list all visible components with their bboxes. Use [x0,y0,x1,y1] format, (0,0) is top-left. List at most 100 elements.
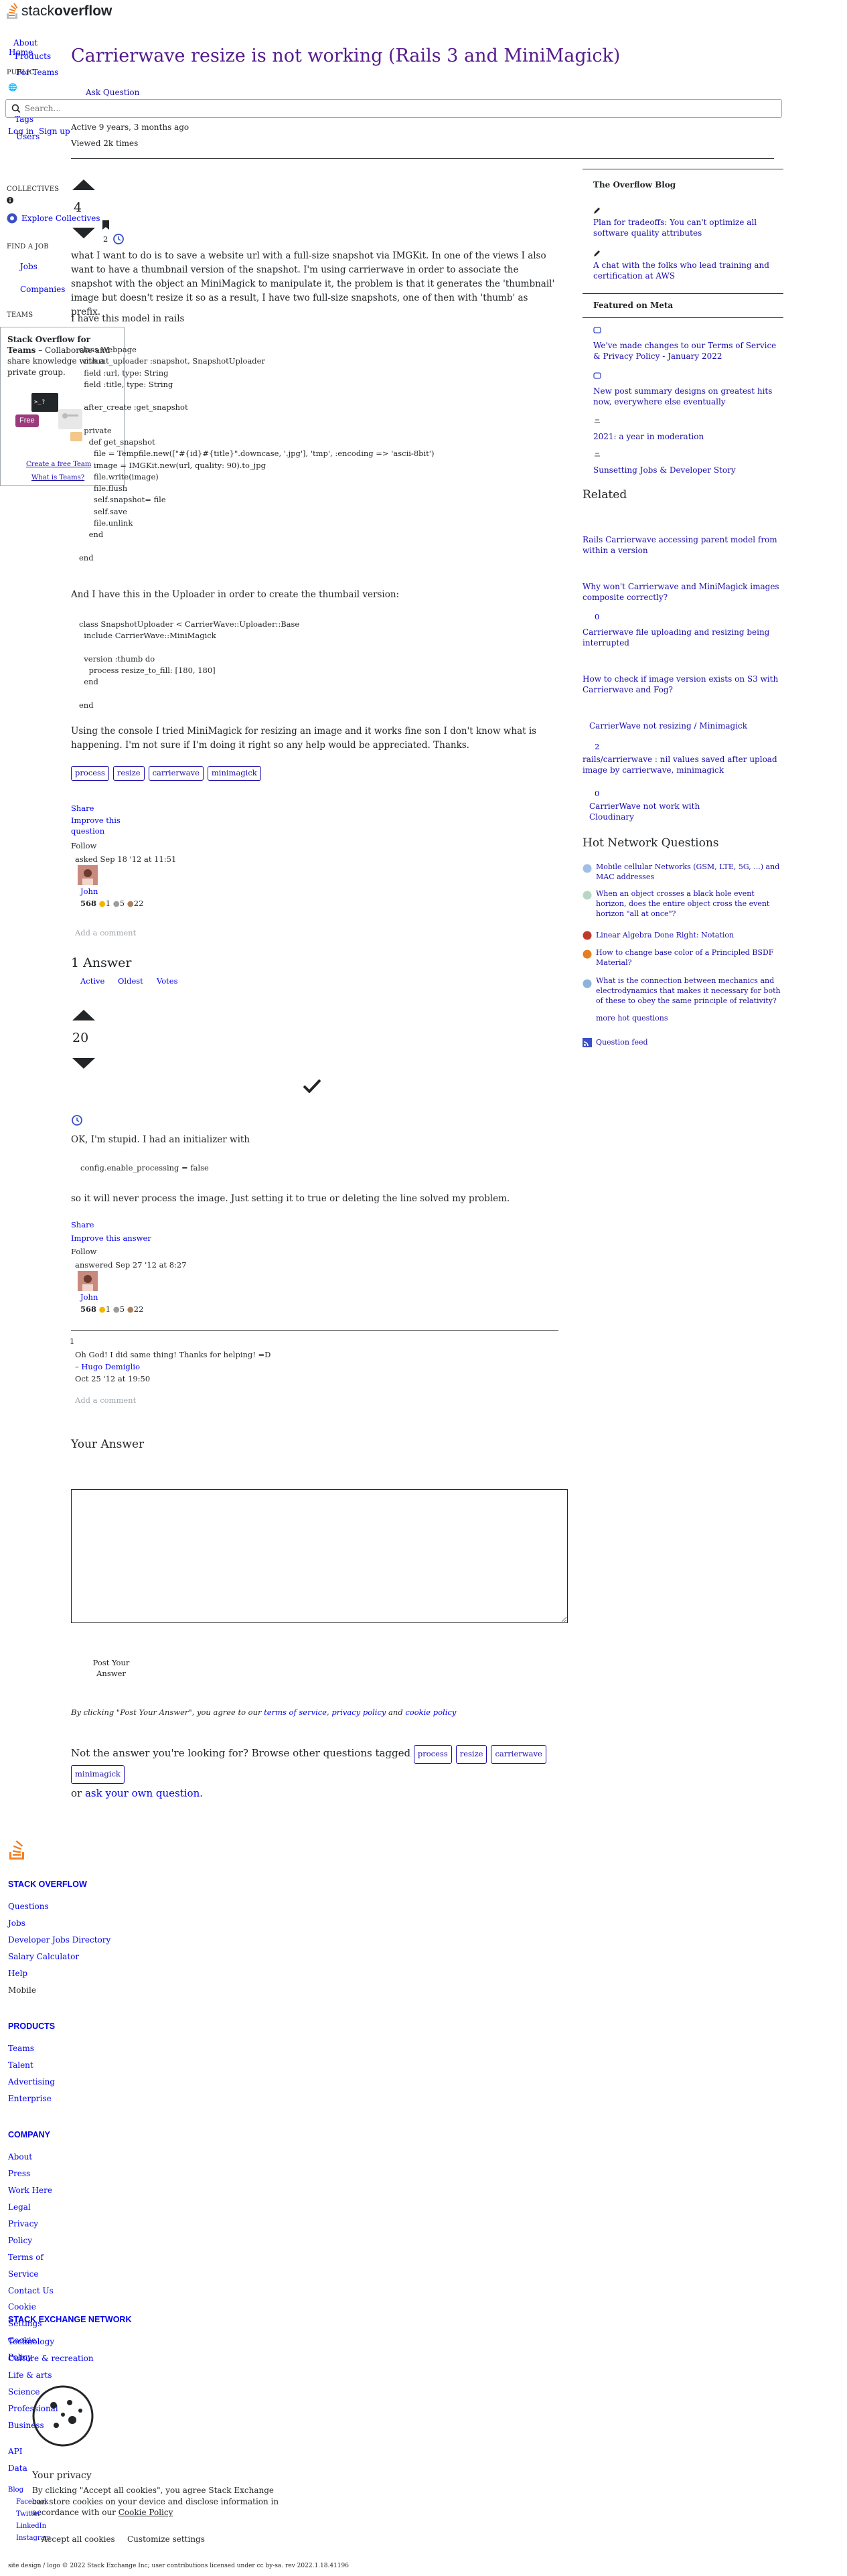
blog-item-1[interactable]: Plan for tradeoffs: You can't optimize a… [593,217,781,238]
hnq-item-2[interactable]: When an object crosses a black hole even… [596,889,783,919]
footer-link[interactable]: Advertising [8,2074,55,2091]
sort-active[interactable]: Active [80,976,104,987]
related-item-2[interactable]: Why won't Carrierwave and MiniMagick ima… [583,581,783,603]
explore-collectives-link[interactable]: Explore Collectives [7,213,100,224]
related-title: Related [583,488,627,502]
post-answer-button[interactable]: Post Your Answer [91,1658,131,1679]
add-comment-link[interactable]: Add a comment [75,928,136,939]
footer-link[interactable]: Culture & recreation [8,2350,132,2367]
hnq-item-5[interactable]: What is the connection between mechanics… [596,976,783,1006]
related-item-7[interactable]: CarrierWave not work with Cloudinary [589,801,710,822]
improve-question-link[interactable]: Improve this question [71,816,125,836]
question-user-name[interactable]: John [80,887,98,897]
question-title[interactable]: Carrierwave resize is not working (Rails… [71,44,674,68]
ask-question-button[interactable]: Ask Question [86,87,139,98]
history-icon[interactable] [112,233,125,245]
cookie-policy-link[interactable]: Cookie Policy [119,2508,173,2517]
downvote-icon[interactable] [72,228,95,238]
cookie-policy-link[interactable]: cookie policy [405,1708,456,1717]
related-item-4[interactable]: How to check if image version exists on … [583,674,783,695]
bookmark-icon[interactable] [102,220,110,230]
footer-link[interactable]: Mobile [8,1982,110,1999]
nav-about[interactable]: About [13,37,37,48]
footer-logo-icon[interactable] [8,1836,28,1860]
footer-link[interactable]: Jobs [8,1915,110,1932]
tag-process[interactable]: process [413,1745,452,1764]
footer-link[interactable]: Enterprise [8,2091,55,2107]
more-hot-questions-link[interactable]: more hot questions [596,1014,668,1024]
footer-link[interactable]: Questions [8,1898,110,1915]
footer-link[interactable]: Privacy Policy [8,2216,62,2249]
meta-item-3[interactable]: 2021: a year in moderation [593,431,704,442]
improve-answer-link[interactable]: Improve this answer [71,1233,151,1244]
footer-link[interactable]: Developer Jobs Directory [8,1932,110,1949]
what-is-teams-link[interactable]: What is Teams? [31,473,84,483]
terms-link[interactable]: terms of service [264,1708,327,1717]
answer-history-icon[interactable] [71,1114,83,1126]
hnq-item-3[interactable]: Linear Algebra Done Right: Notation [596,931,783,941]
meta-item-4[interactable]: Sunsetting Jobs & Developer Story [593,465,736,475]
answer-add-comment-link[interactable]: Add a comment [75,1395,136,1406]
login-link[interactable]: Log in [8,126,33,137]
footer-link[interactable]: Salary Calculator [8,1949,110,1965]
answer-upvote-icon[interactable] [72,1010,95,1020]
search-input[interactable] [24,104,781,113]
footer-link[interactable]: Teams [8,2040,55,2057]
social-link-linkedin[interactable]: LinkedIn [16,2520,51,2532]
related-item-3[interactable]: Carrierwave file uploading and resizing … [583,627,783,648]
share-question-link[interactable]: Share [71,804,94,814]
tag-carrierwave[interactable]: carrierwave [148,766,204,781]
privacy-link[interactable]: privacy policy [331,1708,386,1717]
tag-process[interactable]: process [71,766,109,781]
sort-oldest[interactable]: Oldest [118,976,143,987]
nav-stack-overflow[interactable]: 🌐 [8,82,17,93]
tag-minimagick[interactable]: minimagick [207,766,261,781]
footer-link[interactable]: Legal [8,2199,62,2216]
footer-link[interactable]: Terms of Service [8,2249,62,2283]
info-icon[interactable] [7,196,13,208]
tag-minimagick[interactable]: minimagick [71,1764,125,1784]
footer-link[interactable]: Contact Us [8,2283,62,2299]
footer-link[interactable]: Work Here [8,2182,62,2199]
sort-votes[interactable]: Votes [157,976,178,987]
question-body-p2: I have this model in rails [71,313,185,324]
answer-downvote-icon[interactable] [72,1058,95,1069]
footer-link[interactable]: Talent [8,2057,55,2074]
accept-cookies-button[interactable]: Accept all cookies [42,2534,115,2545]
footer-link[interactable]: Press [8,2166,62,2182]
tag-carrierwave[interactable]: carrierwave [491,1745,546,1764]
related-item-1[interactable]: Rails Carrierwave accessing parent model… [583,534,783,556]
answer-user-name[interactable]: John [80,1292,98,1303]
comment-author[interactable]: – Hugo Demiglio [75,1362,140,1373]
hnq-item-4[interactable]: How to change base color of a Principled… [596,948,783,968]
question-feed-link[interactable]: Question feed [583,1038,648,1048]
site-logo[interactable]: stackoverflow [5,3,112,20]
footer-link[interactable]: About [8,2149,62,2166]
upvote-icon[interactable] [72,179,95,190]
nav-products[interactable]: Products [15,51,51,62]
nav-companies[interactable]: Companies [20,284,65,295]
blog-item-2[interactable]: A chat with the folks who lead training … [593,260,781,281]
related-item-5[interactable]: CarrierWave not resizing / Minimagick [589,721,790,731]
nav-jobs[interactable]: Jobs [20,261,37,272]
share-answer-link[interactable]: Share [71,1220,94,1231]
meta-item-2[interactable]: New post summary designs on greatest hit… [593,386,781,407]
ask-own-question-link[interactable]: ask your own question [85,1787,200,1799]
footer-link[interactable]: Life & arts [8,2367,132,2384]
follow-answer-link[interactable]: Follow [71,1247,96,1258]
hnq-item-1[interactable]: Mobile cellular Networks (GSM, LTE, 5G, … [596,862,783,883]
footer-link[interactable]: Technology [8,2334,132,2350]
tag-resize[interactable]: resize [112,766,145,781]
avatar[interactable] [78,865,98,885]
signup-link[interactable]: Sign up [39,126,70,137]
question-user-rep: 568 ●1 ●5 ●22 [80,899,143,909]
answer-editor[interactable] [71,1489,568,1623]
tag-resize[interactable]: resize [455,1745,487,1764]
customize-cookies-button[interactable]: Customize settings [127,2534,205,2545]
related-item-6[interactable]: rails/carrierwave : nil values saved aft… [583,754,790,775]
follow-question-link[interactable]: Follow [71,841,96,852]
footer-link[interactable]: Help [8,1965,110,1982]
search-bar[interactable] [5,99,782,118]
meta-item-1[interactable]: We've made changes to our Terms of Servi… [593,340,781,362]
answer-avatar[interactable] [78,1271,98,1291]
